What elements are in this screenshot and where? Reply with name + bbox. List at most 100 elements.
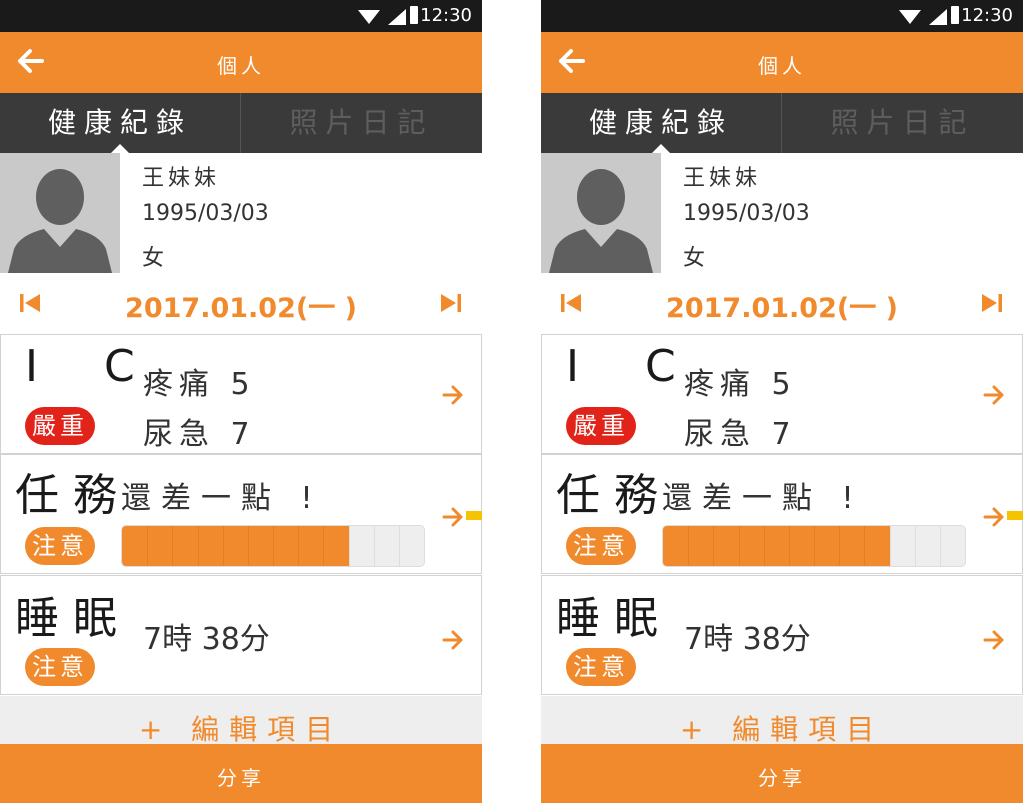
progress-segment-divider bbox=[864, 526, 866, 566]
edge-handle[interactable] bbox=[466, 511, 482, 520]
share-label: 分享 bbox=[217, 766, 265, 790]
sleep-card-title: 睡 眠 bbox=[15, 593, 117, 644]
progress-segment-divider bbox=[914, 526, 916, 566]
attention-badge: 注意 bbox=[566, 527, 636, 565]
current-date: 2017.01.02(一 ) bbox=[666, 293, 898, 324]
progress-segment-divider bbox=[348, 526, 350, 566]
phone-screen-left: 12:30 個人 健康紀錄 照片日記 王妹妹 1995/03/03 女 2017… bbox=[0, 0, 482, 803]
task-progress-fill bbox=[122, 526, 349, 566]
arrow-right-icon[interactable] bbox=[441, 505, 465, 529]
progress-segment-divider bbox=[273, 526, 274, 566]
progress-segment-divider bbox=[889, 526, 891, 566]
ic-pain-value: 疼痛 5 bbox=[143, 367, 256, 402]
progress-segment-divider bbox=[788, 526, 790, 566]
profile-gender: 女 bbox=[683, 246, 706, 271]
share-button[interactable]: 分享 bbox=[541, 744, 1023, 803]
profile-name: 王妹妹 bbox=[142, 166, 221, 191]
app-bar-title: 個人 bbox=[758, 54, 806, 78]
severity-badge: 嚴重 bbox=[566, 407, 636, 445]
status-bar: 12:30 bbox=[0, 0, 482, 32]
avatar[interactable] bbox=[541, 153, 661, 273]
attention-badge: 注意 bbox=[25, 527, 95, 565]
skip-next-icon[interactable] bbox=[440, 292, 462, 314]
progress-segment-divider bbox=[839, 526, 841, 566]
sleep-card[interactable]: 睡 眠 7時 38分 注意 bbox=[541, 575, 1023, 695]
avatar[interactable] bbox=[0, 153, 120, 273]
battery-icon bbox=[951, 6, 959, 24]
wifi-icon bbox=[899, 10, 921, 24]
severity-badge: 嚴重 bbox=[25, 407, 95, 445]
ic-urgency-value: 尿急 7 bbox=[684, 417, 797, 452]
tab-photo-diary[interactable]: 照片日記 bbox=[782, 93, 1023, 153]
task-card[interactable]: 任 務 還差一點 ! 注意 bbox=[0, 454, 482, 574]
progress-segment-divider bbox=[298, 526, 300, 566]
arrow-right-icon[interactable] bbox=[982, 383, 1006, 407]
edit-items-button[interactable]: + 編輯項目 bbox=[0, 696, 482, 746]
ic-card-title: I C bbox=[566, 341, 702, 392]
arrow-right-icon[interactable] bbox=[441, 628, 465, 652]
task-progress-bar bbox=[662, 525, 966, 567]
sleep-duration: 7時 38分 bbox=[684, 622, 811, 657]
progress-segment-divider bbox=[939, 526, 941, 566]
progress-segment-divider bbox=[247, 526, 249, 566]
arrow-right-icon[interactable] bbox=[982, 505, 1006, 529]
attention-badge: 注意 bbox=[25, 648, 95, 686]
edit-items-label: + 編輯項目 bbox=[138, 713, 344, 746]
profile-gender: 女 bbox=[142, 246, 165, 271]
edge-handle[interactable] bbox=[1007, 511, 1023, 520]
current-date: 2017.01.02(一 ) bbox=[125, 293, 357, 324]
tab-bar: 健康紀錄 照片日記 bbox=[0, 93, 482, 153]
task-card[interactable]: 任 務 還差一點 ! 注意 bbox=[541, 454, 1023, 574]
app-bar: 個人 bbox=[541, 32, 1023, 93]
arrow-right-icon[interactable] bbox=[441, 383, 465, 407]
progress-segment-divider bbox=[688, 526, 690, 566]
battery-icon bbox=[410, 6, 418, 24]
phone-screen-right: 12:30 個人 健康紀錄 照片日記 王妹妹 1995/03/03 女 2017… bbox=[541, 0, 1023, 803]
tab-photo-diary[interactable]: 照片日記 bbox=[241, 93, 482, 153]
ic-urgency-value: 尿急 7 bbox=[143, 417, 256, 452]
progress-segment-divider bbox=[814, 526, 815, 566]
ic-card[interactable]: I C 嚴重 疼痛 5 尿急 7 bbox=[541, 334, 1023, 454]
active-tab-indicator bbox=[111, 144, 129, 153]
profile-name: 王妹妹 bbox=[683, 166, 762, 191]
wifi-icon bbox=[358, 10, 380, 24]
person-silhouette-icon bbox=[8, 169, 112, 273]
ic-card-title: I C bbox=[25, 341, 161, 392]
progress-segment-divider bbox=[398, 526, 400, 566]
task-message: 還差一點 ! bbox=[662, 481, 864, 516]
edit-items-button[interactable]: + 編輯項目 bbox=[541, 696, 1023, 746]
ic-pain-value: 疼痛 5 bbox=[684, 367, 797, 402]
status-bar: 12:30 bbox=[541, 0, 1023, 32]
skip-next-icon[interactable] bbox=[981, 292, 1003, 314]
progress-segment-divider bbox=[763, 526, 765, 566]
progress-segment-divider bbox=[147, 526, 149, 566]
task-card-title: 任 務 bbox=[556, 470, 658, 521]
progress-segment-divider bbox=[713, 526, 715, 566]
task-progress-fill bbox=[663, 526, 890, 566]
signal-icon bbox=[388, 9, 406, 25]
progress-segment-divider bbox=[373, 526, 375, 566]
profile-birthdate: 1995/03/03 bbox=[683, 201, 810, 226]
share-label: 分享 bbox=[758, 766, 806, 790]
person-silhouette-icon bbox=[549, 169, 653, 273]
progress-segment-divider bbox=[197, 526, 199, 566]
sleep-card[interactable]: 睡 眠 7時 38分 注意 bbox=[0, 575, 482, 695]
active-tab-indicator bbox=[652, 144, 670, 153]
tab-bar: 健康紀錄 照片日記 bbox=[541, 93, 1023, 153]
app-bar-title: 個人 bbox=[217, 54, 265, 78]
progress-segment-divider bbox=[738, 526, 740, 566]
progress-segment-divider bbox=[172, 526, 174, 566]
progress-segment-divider bbox=[323, 526, 325, 566]
status-time: 12:30 bbox=[961, 5, 1013, 26]
task-progress-bar bbox=[121, 525, 425, 567]
progress-segment-divider bbox=[222, 526, 224, 566]
status-time: 12:30 bbox=[420, 5, 472, 26]
share-button[interactable]: 分享 bbox=[0, 744, 482, 803]
arrow-right-icon[interactable] bbox=[982, 628, 1006, 652]
profile-birthdate: 1995/03/03 bbox=[142, 201, 269, 226]
attention-badge: 注意 bbox=[566, 648, 636, 686]
ic-card[interactable]: I C 嚴重 疼痛 5 尿急 7 bbox=[0, 334, 482, 454]
app-bar: 個人 bbox=[0, 32, 482, 93]
sleep-card-title: 睡 眠 bbox=[556, 593, 658, 644]
sleep-duration: 7時 38分 bbox=[143, 622, 270, 657]
